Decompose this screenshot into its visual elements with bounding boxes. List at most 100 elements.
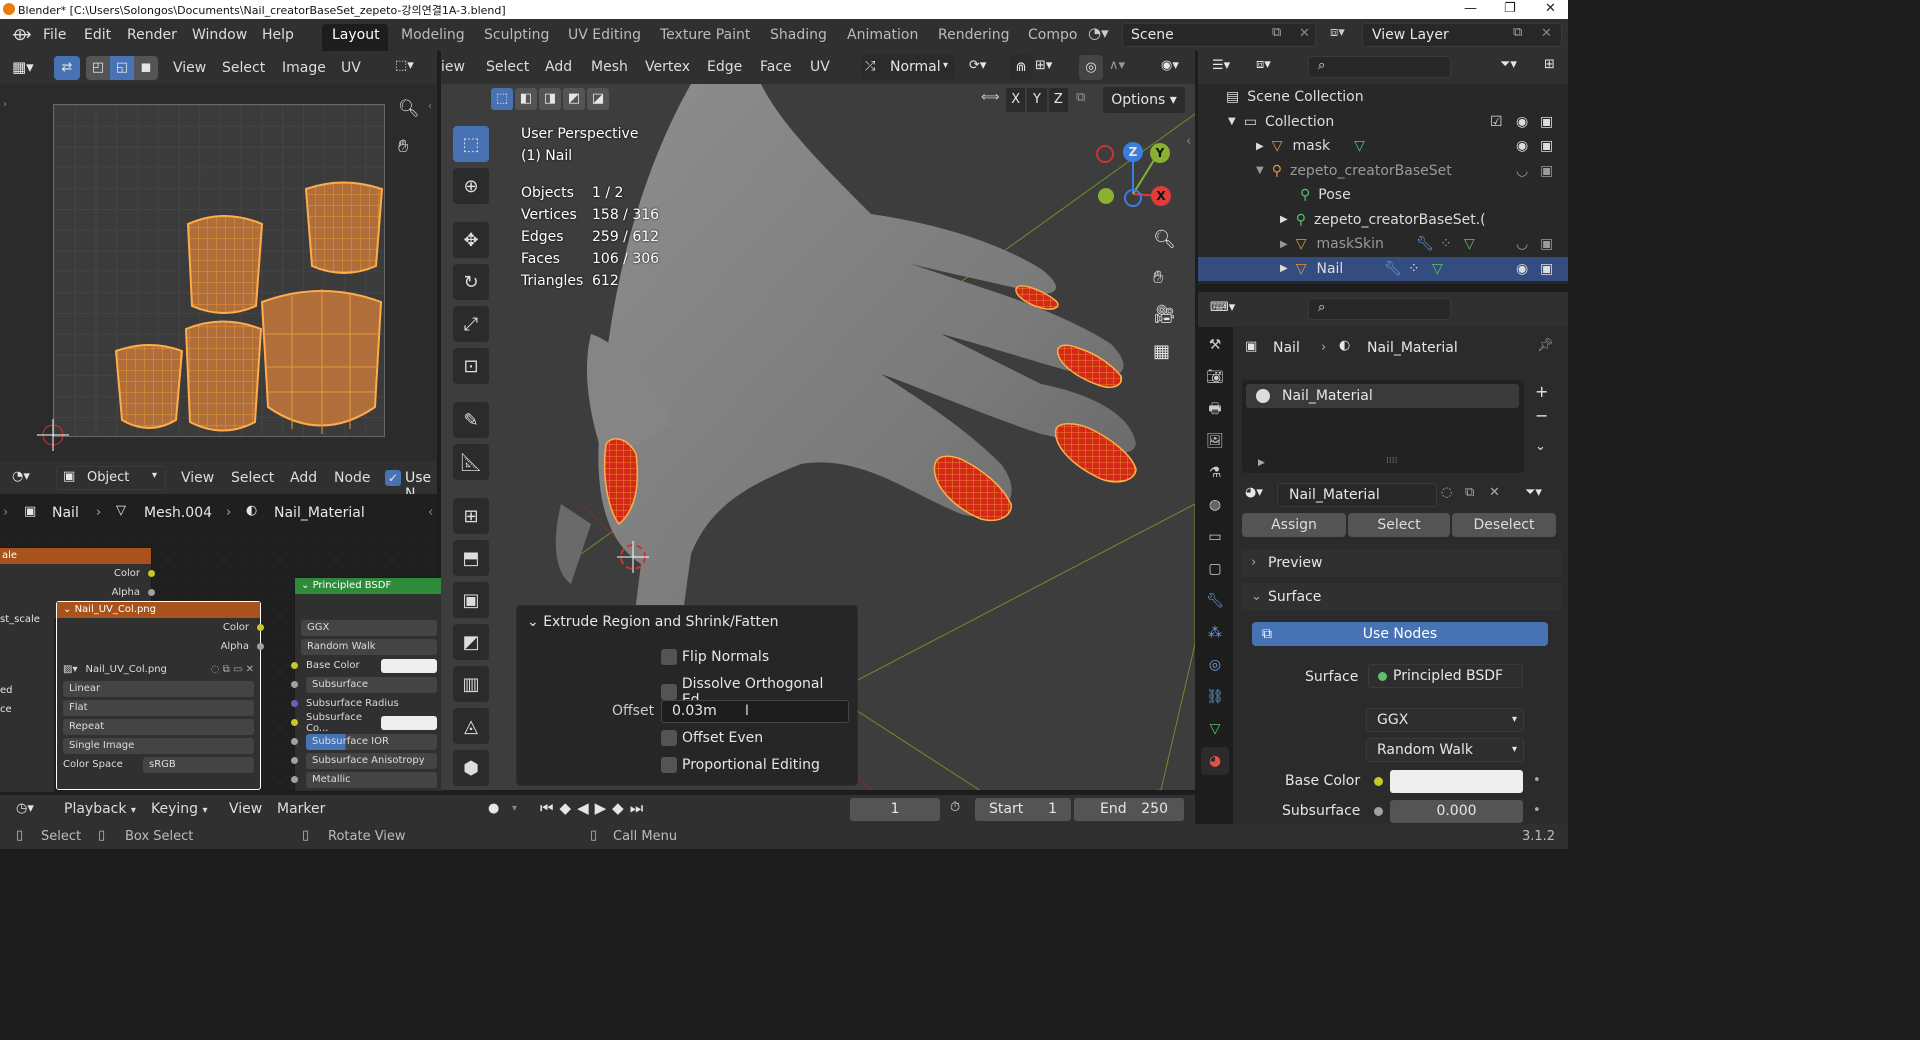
vp-menu-uv[interactable]: UV <box>810 59 830 75</box>
select-extend-icon[interactable]: ◧ <box>515 88 537 110</box>
timeline-view-menu[interactable]: View <box>229 801 262 817</box>
menu-window[interactable]: Window <box>192 27 247 43</box>
tab-compositing[interactable]: Compo <box>1028 27 1077 43</box>
select-box-mode-icon[interactable]: ⬚ <box>491 88 513 110</box>
bsdf-metallic-field[interactable]: Metallic <box>306 771 437 788</box>
bevel-tool-icon[interactable]: ◩ <box>453 624 489 660</box>
playback-menu[interactable]: Playback ▾ <box>64 801 136 817</box>
menu-render[interactable]: Render <box>127 27 177 43</box>
vp-menu-view[interactable]: iew <box>441 59 465 75</box>
subsurface-socket[interactable] <box>1374 807 1383 816</box>
vp-menu-add[interactable]: Add <box>545 59 572 75</box>
distribution-select[interactable]: GGX ▾ <box>1366 708 1524 732</box>
extension-select[interactable]: Repeat <box>63 718 254 735</box>
move-tool-icon[interactable]: ✥ <box>453 222 489 258</box>
outliner-row-nail[interactable]: ▶ ▽ Nail 🔧︎ ⁘ ▽ ◉ ▣ <box>1198 256 1568 281</box>
render-tab-icon[interactable]: 📷︎ <box>1201 363 1229 391</box>
shader-type-select[interactable]: Object <box>87 470 129 485</box>
snap-icon[interactable]: ⋒ <box>1009 55 1033 80</box>
image-alpha-socket[interactable] <box>257 643 264 650</box>
material-slot-list[interactable]: Nail_Material ▶ ⁞⁞⁞⁞ <box>1242 380 1524 473</box>
camera-icon[interactable]: 🎥︎ <box>1153 304 1176 325</box>
tool-tab-icon[interactable]: ⚒ <box>1201 331 1229 359</box>
sidebar-toggle-icon[interactable]: ‹ <box>1186 134 1191 149</box>
view-layer-tab-icon[interactable]: 🖼︎ <box>1201 427 1229 455</box>
play-reverse-icon[interactable]: ◀ <box>577 799 589 817</box>
node-menu-select[interactable]: Select <box>231 470 274 486</box>
inset-tool-icon[interactable]: ▣ <box>453 582 489 618</box>
props-search-icon[interactable]: ⌕ <box>1318 300 1325 315</box>
jump-start-icon[interactable]: ⏮ <box>540 799 554 817</box>
auto-merge-icon[interactable]: ⧉ <box>1076 90 1085 105</box>
outliner-row-armature[interactable]: ▼ ⚲ zepeto_creatorBaseSet ◡ ▣ <box>1198 159 1568 184</box>
start-frame-field[interactable]: Start 1 <box>975 798 1071 821</box>
deselect-button[interactable]: Deselect <box>1452 513 1556 537</box>
material-slot-item[interactable]: Nail_Material <box>1246 384 1519 408</box>
node-menu-add[interactable]: Add <box>290 470 317 486</box>
outliner-row-armature-data[interactable]: ▶ ⚲ zepeto_creatorBaseSet.( <box>1198 208 1568 233</box>
select-tool-icon[interactable]: ⬚ <box>453 126 489 162</box>
duplicate-material-icon[interactable]: ⧉ <box>1465 485 1474 500</box>
bsdf-sss-select[interactable]: Random Walk <box>301 638 437 655</box>
output-tab-icon[interactable]: 🖶︎ <box>1201 395 1229 423</box>
constraints-tab-icon[interactable]: ⛓︎ <box>1201 683 1229 711</box>
vp-menu-edge[interactable]: Edge <box>707 59 742 75</box>
next-keyframe-icon[interactable]: ◆ <box>612 799 624 817</box>
material-tab-icon[interactable]: ◕ <box>1201 747 1229 775</box>
minimize-button[interactable]: — <box>1464 1 1477 16</box>
object-tab-icon[interactable]: ▢ <box>1201 555 1229 583</box>
scene-tab-icon[interactable]: ⚗ <box>1201 459 1229 487</box>
source-select[interactable]: Single Image <box>63 737 254 754</box>
tab-modeling[interactable]: Modeling <box>401 27 465 43</box>
particles-tab-icon[interactable]: ⁂ <box>1201 619 1229 647</box>
cursor-tool-icon[interactable]: ⊕ <box>453 168 489 204</box>
preview-section[interactable]: › Preview <box>1241 549 1561 577</box>
transform-orientation-select[interactable]: Normal <box>890 59 941 75</box>
snap-target-icon[interactable]: ⊞▾ <box>1035 58 1052 73</box>
proportional-checkbox[interactable] <box>661 757 677 773</box>
proportional-edit-icon[interactable]: ◎ <box>1079 55 1103 80</box>
pin-icon[interactable]: 📌︎ <box>1537 338 1554 353</box>
delete-scene-icon[interactable]: ✕ <box>1299 26 1310 41</box>
rotate-tool-icon[interactable]: ↻ <box>453 264 489 300</box>
visibility-icon[interactable]: ◉▾ <box>1161 58 1179 73</box>
search-icon[interactable]: ⌕ <box>1318 58 1325 73</box>
pivot-point-icon[interactable]: ⟳▾ <box>969 58 986 73</box>
stopwatch-icon[interactable]: ⏱ <box>950 800 960 815</box>
fake-user-icon[interactable]: ◌ <box>1441 485 1452 500</box>
interpolation-select[interactable]: Linear <box>63 680 254 697</box>
assign-button[interactable]: Assign <box>1242 513 1346 537</box>
measure-tool-icon[interactable]: 📐︎ <box>453 444 489 480</box>
new-scene-icon[interactable]: ⧉ <box>1272 25 1281 40</box>
falloff-icon[interactable]: ∧▾ <box>1109 58 1125 73</box>
scene-name[interactable]: Scene <box>1131 27 1174 43</box>
image-icon[interactable]: ▨▾ <box>63 664 77 675</box>
projection-select[interactable]: Flat <box>63 699 254 716</box>
dissolve-checkbox[interactable] <box>661 684 677 700</box>
scale-tool-icon[interactable]: ⤢ <box>453 306 489 342</box>
select-subtract-icon[interactable]: ◨ <box>539 88 561 110</box>
new-view-layer-icon[interactable]: ⧉ <box>1513 25 1522 40</box>
outliner-row-mask[interactable]: ▶ ▽ mask ▽ ◉ ▣ <box>1198 134 1568 159</box>
data-tab-icon[interactable]: ▽ <box>1201 715 1229 743</box>
new-collection-icon[interactable]: ⊞ <box>1544 57 1555 72</box>
vp-menu-face[interactable]: Face <box>760 59 792 75</box>
shader-editor-icon[interactable]: ◔▾ <box>12 469 30 484</box>
link-icon[interactable]: ⏷▾ <box>1525 485 1542 500</box>
offset-even-checkbox[interactable] <box>661 730 677 746</box>
base-color-socket[interactable] <box>1374 777 1383 786</box>
outliner-row-pose[interactable]: ⚲ Pose <box>1198 183 1568 208</box>
image-texture-node[interactable]: ⌄ Nail_UV_Col.png Color Alpha ▨▾ Nail_UV_… <box>56 601 264 790</box>
subsurface-field[interactable]: 0.000 <box>1390 800 1523 823</box>
menu-file[interactable]: File <box>43 27 66 43</box>
add-cube-tool-icon[interactable]: ⊞ <box>453 498 489 534</box>
mirror-z-toggle[interactable]: Z <box>1048 88 1068 112</box>
close-window-button[interactable]: ✕ <box>1545 1 1556 16</box>
menu-edit[interactable]: Edit <box>84 27 111 43</box>
view-layer-name[interactable]: View Layer <box>1372 27 1449 43</box>
tab-sculpting[interactable]: Sculpting <box>484 27 549 43</box>
tab-layout[interactable]: Layout <box>332 27 380 43</box>
annotate-tool-icon[interactable]: ✎ <box>453 402 489 438</box>
alpha-socket[interactable] <box>148 589 155 596</box>
select-invert-icon[interactable]: ◩ <box>563 88 585 110</box>
